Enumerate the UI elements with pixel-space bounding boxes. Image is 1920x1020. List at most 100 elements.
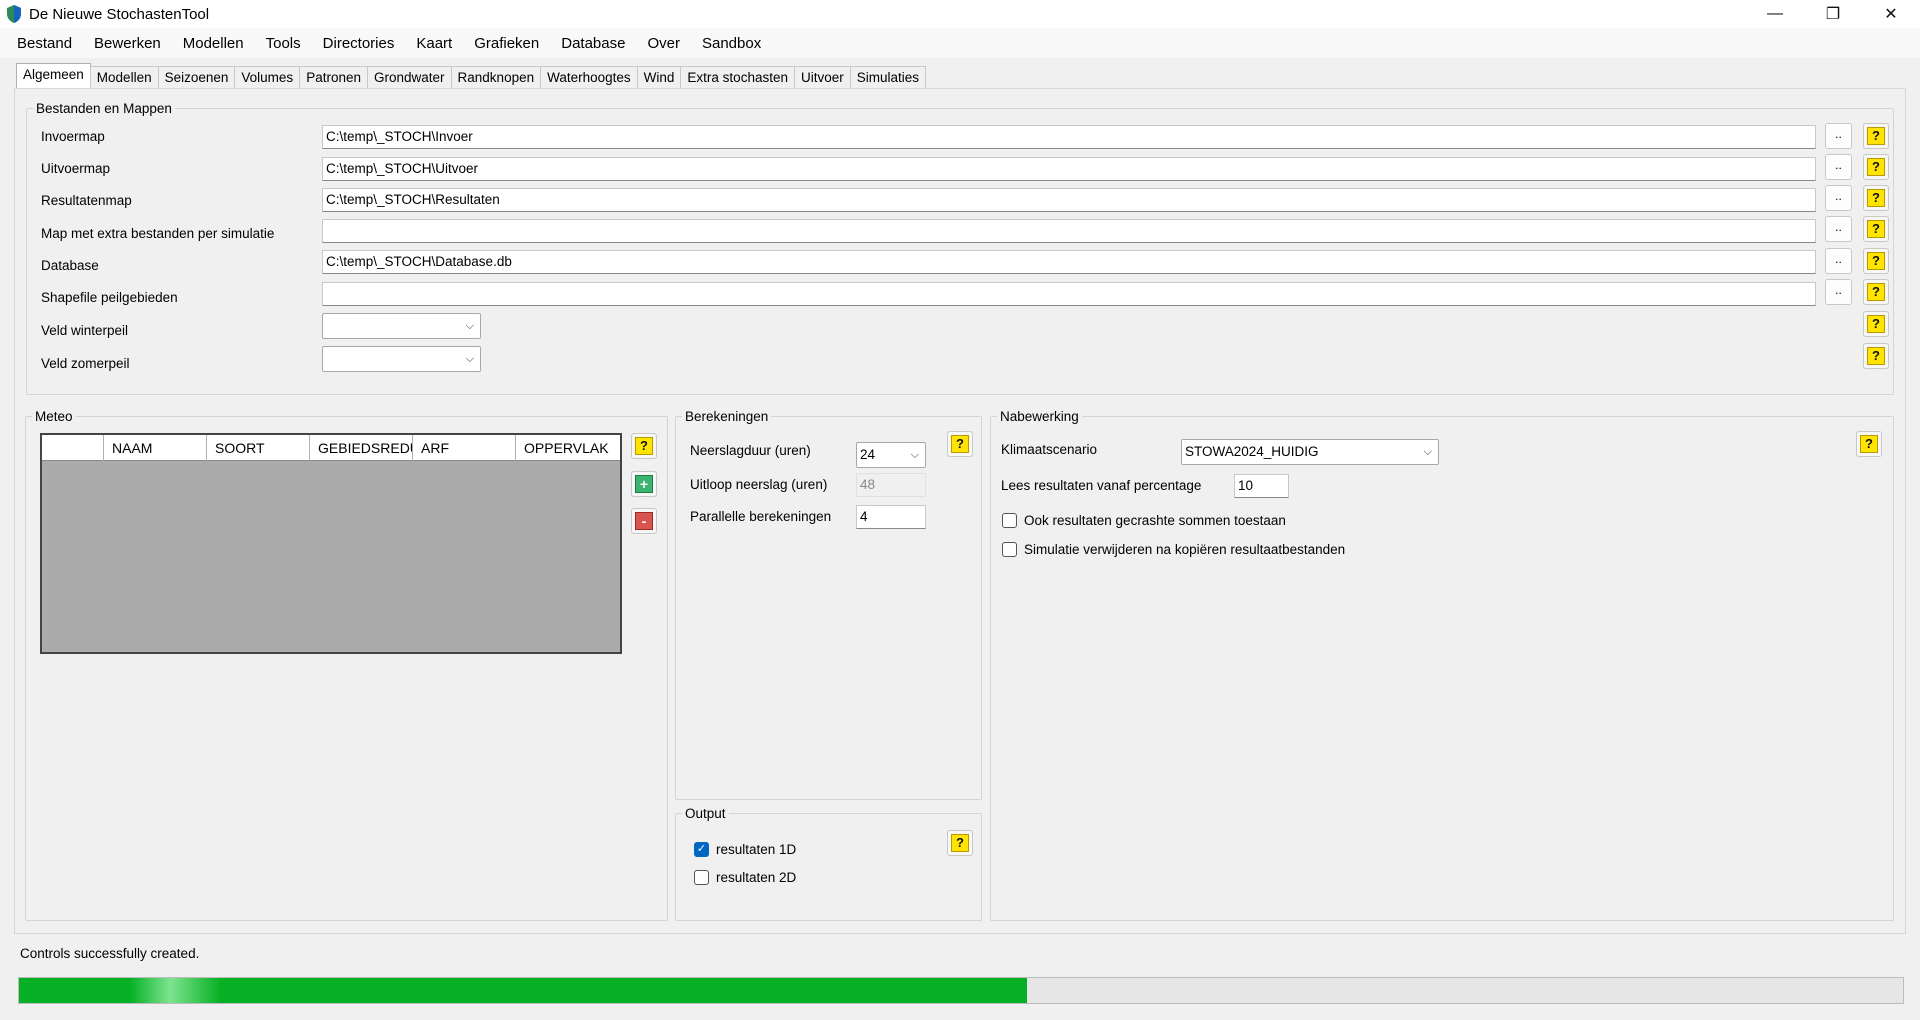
restore-button[interactable]: ❐	[1804, 0, 1862, 28]
uitvoermap-field[interactable]: C:\temp\_STOCH\Uitvoer	[322, 157, 1816, 181]
database-help-button[interactable]: ?	[1863, 248, 1889, 274]
tab-grondwater[interactable]: Grondwater	[366, 66, 452, 88]
percentage-field[interactable]: 10	[1234, 474, 1289, 498]
extra-bestanden-help-button[interactable]: ?	[1863, 216, 1889, 242]
tab-seizoenen[interactable]: Seizoenen	[157, 66, 236, 88]
gecrashte-label: Ook resultaten gecrashte sommen toestaan	[1024, 513, 1286, 528]
tab-volumes[interactable]: Volumes	[234, 66, 301, 88]
resultaten-1d-checkbox[interactable]: ✓	[694, 842, 709, 857]
help-icon: ?	[1867, 315, 1885, 333]
meteo-group-legend: Meteo	[35, 409, 73, 424]
meteo-col-select[interactable]	[42, 435, 104, 461]
veld-zomerpeil-label: Veld zomerpeil	[41, 356, 130, 371]
menu-database[interactable]: Database	[552, 35, 634, 52]
tab-patronen[interactable]: Patronen	[299, 66, 368, 88]
plus-icon: +	[635, 475, 653, 493]
menu-bewerken[interactable]: Bewerken	[85, 35, 170, 52]
extra-bestanden-field[interactable]	[322, 219, 1816, 243]
extra-bestanden-label: Map met extra bestanden per simulatie	[41, 226, 275, 241]
resultatenmap-help-button[interactable]: ?	[1863, 185, 1889, 211]
meteo-col-naam[interactable]: NAAM	[104, 435, 207, 461]
menu-over[interactable]: Over	[638, 35, 689, 52]
invoermap-label: Invoermap	[41, 129, 105, 144]
veld-zomerpeil-dropdown[interactable]: ⌵	[322, 346, 481, 372]
tab-simulaties[interactable]: Simulaties	[849, 66, 927, 88]
tab-modellen[interactable]: Modellen	[89, 66, 159, 88]
uitvoermap-label: Uitvoermap	[41, 161, 111, 176]
shapefile-field[interactable]	[322, 282, 1816, 306]
meteo-help-button[interactable]: ?	[631, 433, 657, 459]
close-button[interactable]: ✕	[1862, 0, 1920, 28]
veld-winterpeil-dropdown[interactable]: ⌵	[322, 313, 481, 339]
neerslagduur-dropdown[interactable]: 24 ⌵	[856, 442, 926, 468]
menu-bar: Bestand Bewerken Modellen Tools Director…	[0, 28, 1920, 58]
invoermap-browse-button[interactable]: ..	[1825, 123, 1852, 149]
title-bar: De Nieuwe StochastenTool — ❐ ✕	[0, 0, 1920, 28]
meteo-col-soort[interactable]: SOORT	[207, 435, 310, 461]
nabewerking-help-button[interactable]: ?	[1856, 431, 1882, 457]
tab-randknopen[interactable]: Randknopen	[450, 66, 542, 88]
berekeningen-help-button[interactable]: ?	[947, 431, 973, 457]
resultatenmap-field[interactable]: C:\temp\_STOCH\Resultaten	[322, 188, 1816, 212]
percentage-label: Lees resultaten vanaf percentage	[1001, 478, 1202, 493]
app-shield-icon	[7, 5, 21, 23]
output-help-button[interactable]: ?	[947, 830, 973, 856]
resultatenmap-label: Resultatenmap	[41, 193, 132, 208]
resultaten-2d-checkbox[interactable]	[694, 870, 709, 885]
menu-tools[interactable]: Tools	[257, 35, 310, 52]
resultaten-1d-label: resultaten 1D	[716, 842, 797, 857]
menu-bestand[interactable]: Bestand	[8, 35, 81, 52]
help-icon: ?	[1867, 189, 1885, 207]
tab-extra-stochasten[interactable]: Extra stochasten	[680, 66, 795, 88]
meteo-col-oppervlak[interactable]: OPPERVLAK	[516, 435, 620, 461]
tab-wind[interactable]: Wind	[636, 66, 682, 88]
menu-sandbox[interactable]: Sandbox	[693, 35, 770, 52]
invoermap-help-button[interactable]: ?	[1863, 123, 1889, 149]
extra-bestanden-browse-button[interactable]: ..	[1825, 216, 1852, 242]
meteo-col-gebiedsreductie[interactable]: GEBIEDSREDUCTIE	[310, 435, 413, 461]
chevron-down-icon: ⌵	[1423, 446, 1432, 458]
shapefile-browse-button[interactable]: ..	[1825, 279, 1852, 305]
resultatenmap-browse-button[interactable]: ..	[1825, 185, 1852, 211]
uitloop-label: Uitloop neerslag (uren)	[690, 477, 828, 492]
uitvoermap-help-button[interactable]: ?	[1863, 154, 1889, 180]
uitvoermap-browse-button[interactable]: ..	[1825, 154, 1852, 180]
tab-uitvoer[interactable]: Uitvoer	[793, 66, 851, 88]
tab-algemeen[interactable]: Algemeen	[16, 63, 91, 88]
help-icon: ?	[1867, 283, 1885, 301]
tab-waterhoogtes[interactable]: Waterhoogtes	[540, 66, 638, 88]
gecrashte-checkbox[interactable]	[1002, 513, 1017, 528]
verwijderen-checkbox[interactable]	[1002, 542, 1017, 557]
parallel-label: Parallelle berekeningen	[690, 509, 832, 524]
menu-modellen[interactable]: Modellen	[174, 35, 253, 52]
berekeningen-group-legend: Berekeningen	[685, 409, 769, 424]
output-group: Output	[675, 806, 982, 921]
minimize-button[interactable]: —	[1746, 0, 1804, 28]
progress-bar	[18, 977, 1904, 1004]
klimaatscenario-dropdown[interactable]: STOWA2024_HUIDIG ⌵	[1181, 439, 1439, 465]
help-icon: ?	[1867, 127, 1885, 145]
database-browse-button[interactable]: ..	[1825, 248, 1852, 274]
meteo-col-arf[interactable]: ARF	[413, 435, 516, 461]
meteo-remove-button[interactable]: -	[631, 508, 657, 534]
menu-grafieken[interactable]: Grafieken	[465, 35, 548, 52]
help-icon: ?	[1860, 435, 1878, 453]
menu-kaart[interactable]: Kaart	[407, 35, 461, 52]
database-field[interactable]: C:\temp\_STOCH\Database.db	[322, 250, 1816, 274]
menu-directories[interactable]: Directories	[314, 35, 404, 52]
shapefile-help-button[interactable]: ?	[1863, 279, 1889, 305]
invoermap-field[interactable]: C:\temp\_STOCH\Invoer	[322, 125, 1816, 149]
resultaten-2d-label: resultaten 2D	[716, 870, 797, 885]
help-icon: ?	[1867, 220, 1885, 238]
progress-bar-fill	[19, 978, 1027, 1003]
veld-winterpeil-help-button[interactable]: ?	[1863, 311, 1889, 337]
help-icon: ?	[1867, 347, 1885, 365]
meteo-add-button[interactable]: +	[631, 471, 657, 497]
chevron-down-icon: ⌵	[465, 353, 474, 365]
meteo-grid[interactable]: NAAM SOORT GEBIEDSREDUCTIE ARF OPPERVLAK	[40, 433, 622, 654]
veld-zomerpeil-help-button[interactable]: ?	[1863, 343, 1889, 369]
parallel-field[interactable]: 4	[856, 505, 926, 529]
klimaatscenario-label: Klimaatscenario	[1001, 442, 1098, 457]
status-text: Controls successfully created.	[20, 946, 200, 961]
window-title: De Nieuwe StochastenTool	[29, 5, 210, 23]
